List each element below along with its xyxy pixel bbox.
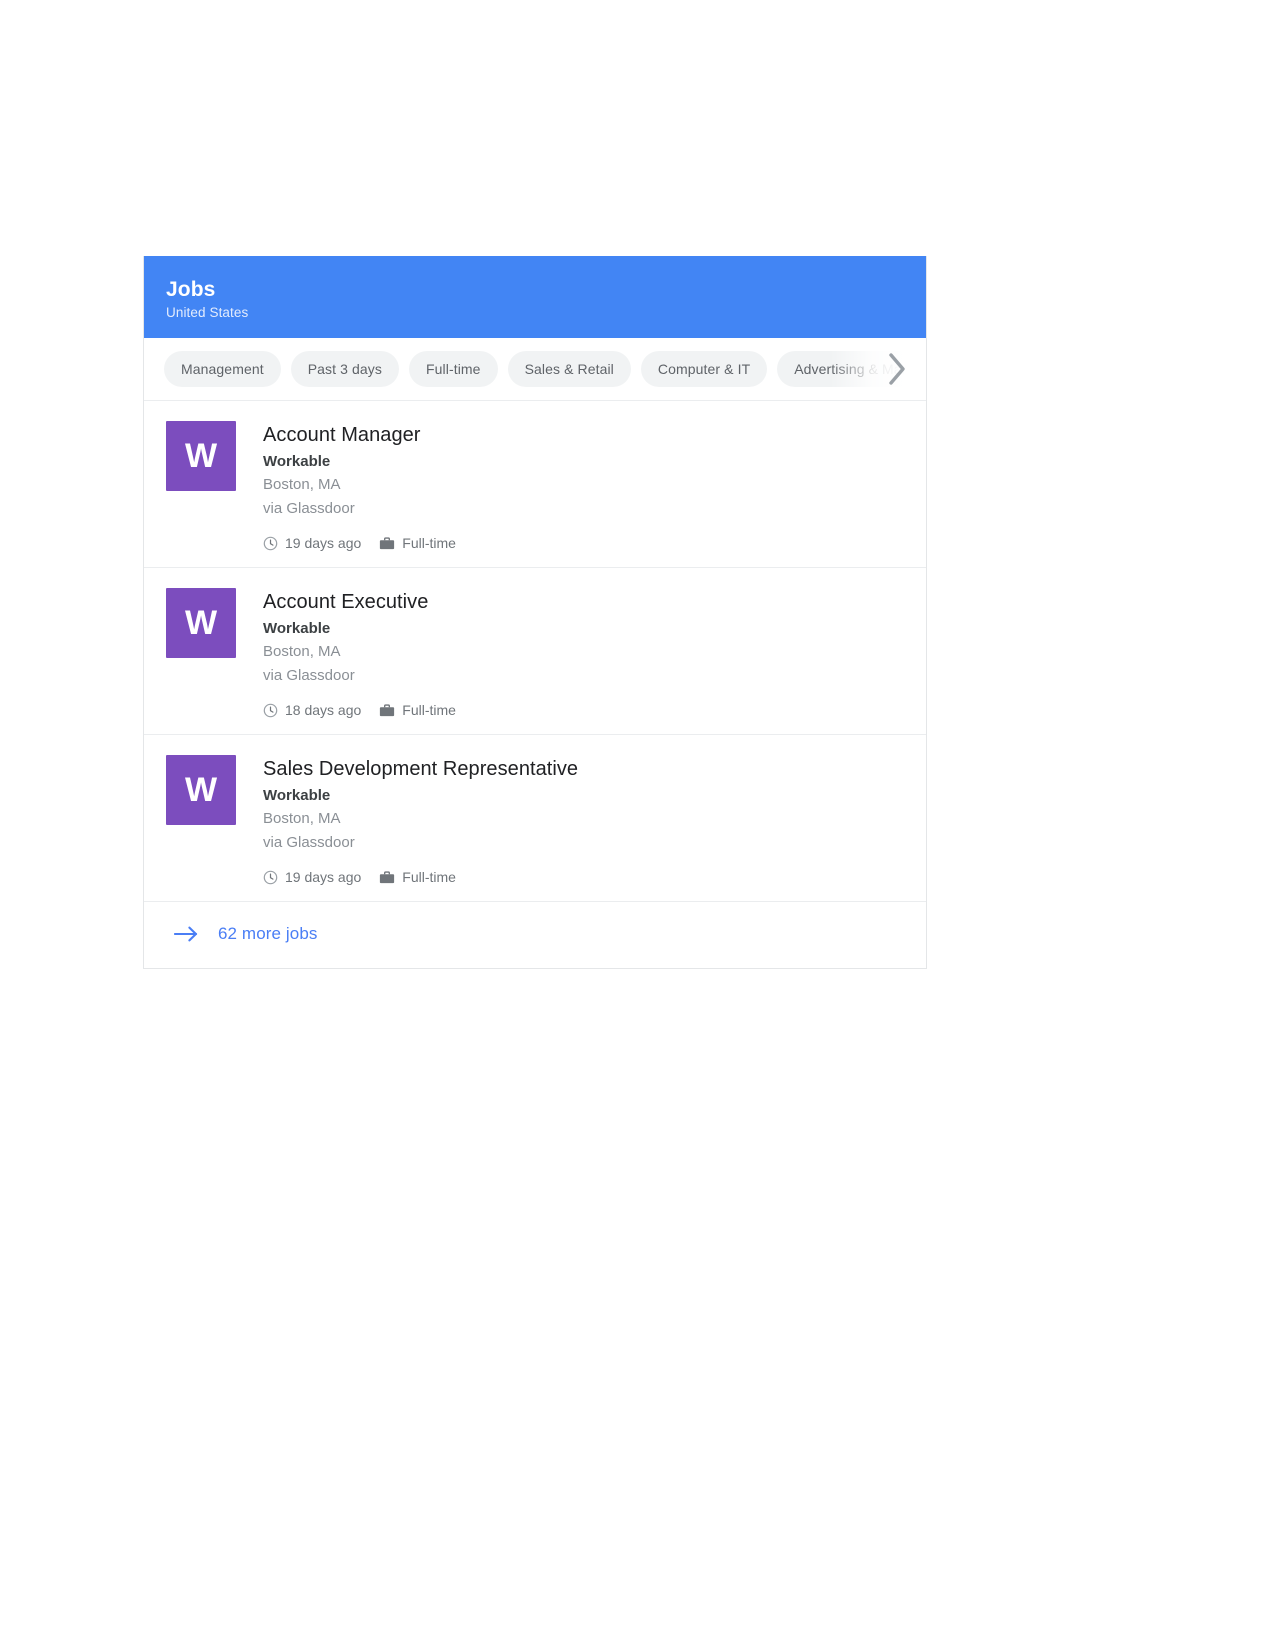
job-type-label: Full-time: [402, 535, 456, 551]
job-title: Account Executive: [263, 591, 429, 613]
jobs-widget: Jobs United States Management Past 3 day…: [143, 256, 927, 969]
job-list-item[interactable]: W Sales Development Representative Worka…: [144, 735, 926, 902]
more-jobs-label: 62 more jobs: [218, 924, 318, 943]
job-posted-meta: 19 days ago: [263, 869, 361, 885]
clock-icon: [263, 703, 278, 718]
job-list-item[interactable]: W Account Executive Workable Boston, MA …: [144, 568, 926, 735]
job-company: Workable: [263, 620, 331, 637]
arrow-right-icon: [174, 925, 199, 943]
filter-chip-sales-retail[interactable]: Sales & Retail: [507, 351, 631, 387]
clock-icon: [263, 536, 278, 551]
job-details: Account Manager Workable Boston, MA via …: [263, 421, 904, 551]
clock-icon: [263, 870, 278, 885]
job-source: via Glassdoor: [263, 667, 355, 684]
job-type-label: Full-time: [402, 869, 456, 885]
page-title: Jobs: [166, 278, 216, 301]
job-type-meta: Full-time: [379, 702, 456, 718]
job-posted-label: 18 days ago: [285, 702, 362, 718]
job-location: Boston, MA: [263, 476, 341, 493]
job-list-item[interactable]: W Account Manager Workable Boston, MA vi…: [144, 401, 926, 568]
job-posted-label: 19 days ago: [285, 869, 362, 885]
filter-chip-computer-it[interactable]: Computer & IT: [640, 351, 768, 387]
job-type-label: Full-time: [402, 702, 456, 718]
filter-chip-management[interactable]: Management: [164, 351, 281, 387]
job-meta-row: 18 days ago Full-time: [263, 702, 904, 718]
job-type-meta: Full-time: [379, 535, 456, 551]
job-source: via Glassdoor: [263, 834, 355, 851]
job-details: Account Executive Workable Boston, MA vi…: [263, 588, 904, 718]
header-location-subtitle: United States: [166, 305, 249, 320]
job-company: Workable: [263, 787, 331, 804]
job-details: Sales Development Representative Workabl…: [263, 755, 904, 885]
job-type-meta: Full-time: [379, 869, 456, 885]
briefcase-icon: [379, 870, 395, 885]
filter-chip-full-time[interactable]: Full-time: [408, 351, 498, 387]
filter-chips-bar: Management Past 3 days Full-time Sales &…: [144, 338, 926, 401]
briefcase-icon: [379, 703, 395, 718]
filter-chips-row[interactable]: Management Past 3 days Full-time Sales &…: [144, 338, 926, 400]
job-meta-row: 19 days ago Full-time: [263, 535, 904, 551]
company-logo: W: [166, 755, 236, 825]
job-title: Account Manager: [263, 424, 421, 446]
job-title: Sales Development Representative: [263, 758, 579, 780]
job-meta-row: 19 days ago Full-time: [263, 869, 904, 885]
jobs-header: Jobs United States: [144, 256, 926, 338]
filter-chip-past-3-days[interactable]: Past 3 days: [290, 351, 399, 387]
briefcase-icon: [379, 536, 395, 551]
job-location: Boston, MA: [263, 643, 341, 660]
more-jobs-link[interactable]: 62 more jobs: [144, 902, 926, 968]
job-posted-meta: 19 days ago: [263, 535, 361, 551]
job-posted-label: 19 days ago: [285, 535, 362, 551]
job-company: Workable: [263, 453, 331, 470]
chevron-right-icon[interactable]: [874, 338, 920, 399]
job-location: Boston, MA: [263, 810, 341, 827]
job-source: via Glassdoor: [263, 500, 355, 517]
job-posted-meta: 18 days ago: [263, 702, 361, 718]
company-logo: W: [166, 588, 236, 658]
company-logo: W: [166, 421, 236, 491]
